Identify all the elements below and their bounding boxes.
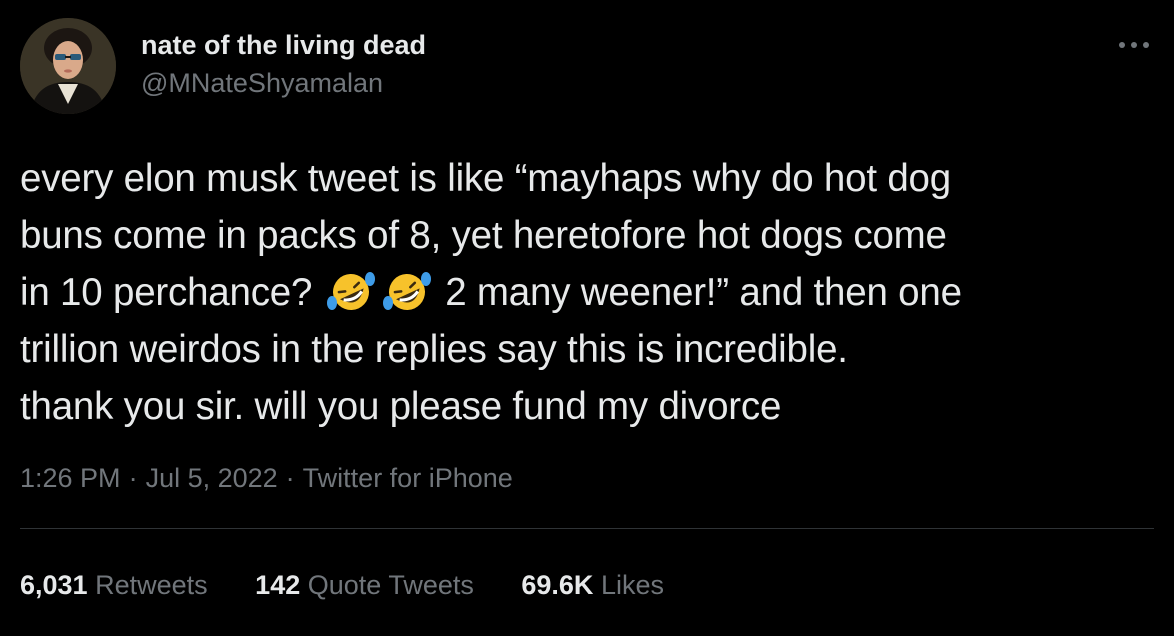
tweet-card: nate of the living dead @MNateShyamalan … [0, 0, 1174, 636]
tweet-text-line-with-emoji: in 10 perchance? 2 many weener!” and the… [20, 264, 1154, 321]
user-handle[interactable]: @MNateShyamalan [141, 66, 426, 100]
tweet-metadata: 1:26 PM · Jul 5, 2022 · Twitter for iPhone [20, 458, 513, 498]
retweets-label: Retweets [95, 570, 208, 600]
tweet-text-line: thank you sir. will you please fund my d… [20, 385, 782, 428]
retweets-stat[interactable]: 6,031 Retweets [20, 565, 208, 605]
retweets-count: 6,031 [20, 570, 88, 600]
likes-stat[interactable]: 69.6K Likes [521, 565, 664, 605]
quote-tweets-stat[interactable]: 142 Quote Tweets [255, 565, 474, 605]
engagement-stats: 6,031 Retweets 142 Quote Tweets 69.6K Li… [20, 565, 704, 605]
tweet-text-fragment: 2 many weener!” and then one [445, 271, 962, 314]
tweet-text-line: every elon musk tweet is like “mayhaps w… [20, 157, 951, 200]
tweet-text-line: buns come in packs of 8, yet heretofore … [20, 214, 947, 257]
separator: · [128, 463, 138, 493]
painted-portrait-avatar [20, 18, 116, 114]
author-info: nate of the living dead @MNateShyamalan [141, 28, 426, 100]
more-options-icon [1119, 42, 1149, 48]
more-options-button[interactable] [1114, 30, 1154, 60]
avatar[interactable] [20, 18, 116, 114]
display-name[interactable]: nate of the living dead [141, 28, 426, 62]
tweet-date[interactable]: Jul 5, 2022 [146, 458, 278, 498]
tweet-time[interactable]: 1:26 PM [20, 458, 121, 498]
quote-tweets-label: Quote Tweets [307, 570, 474, 600]
tweet-text-line: trillion weirdos in the replies say this… [20, 328, 848, 371]
tweet-source[interactable]: Twitter for iPhone [303, 458, 513, 498]
separator: · [285, 463, 295, 493]
tweet-text: every elon musk tweet is like “mayhaps w… [20, 150, 1154, 435]
rolling-on-the-floor-laughing-emoji [323, 269, 379, 315]
quote-tweets-count: 142 [255, 570, 301, 600]
likes-label: Likes [600, 570, 664, 600]
rolling-on-the-floor-laughing-emoji [379, 269, 435, 315]
tweet-text-fragment: in 10 perchance? [20, 271, 313, 314]
divider [20, 528, 1154, 529]
likes-count: 69.6K [521, 570, 594, 600]
